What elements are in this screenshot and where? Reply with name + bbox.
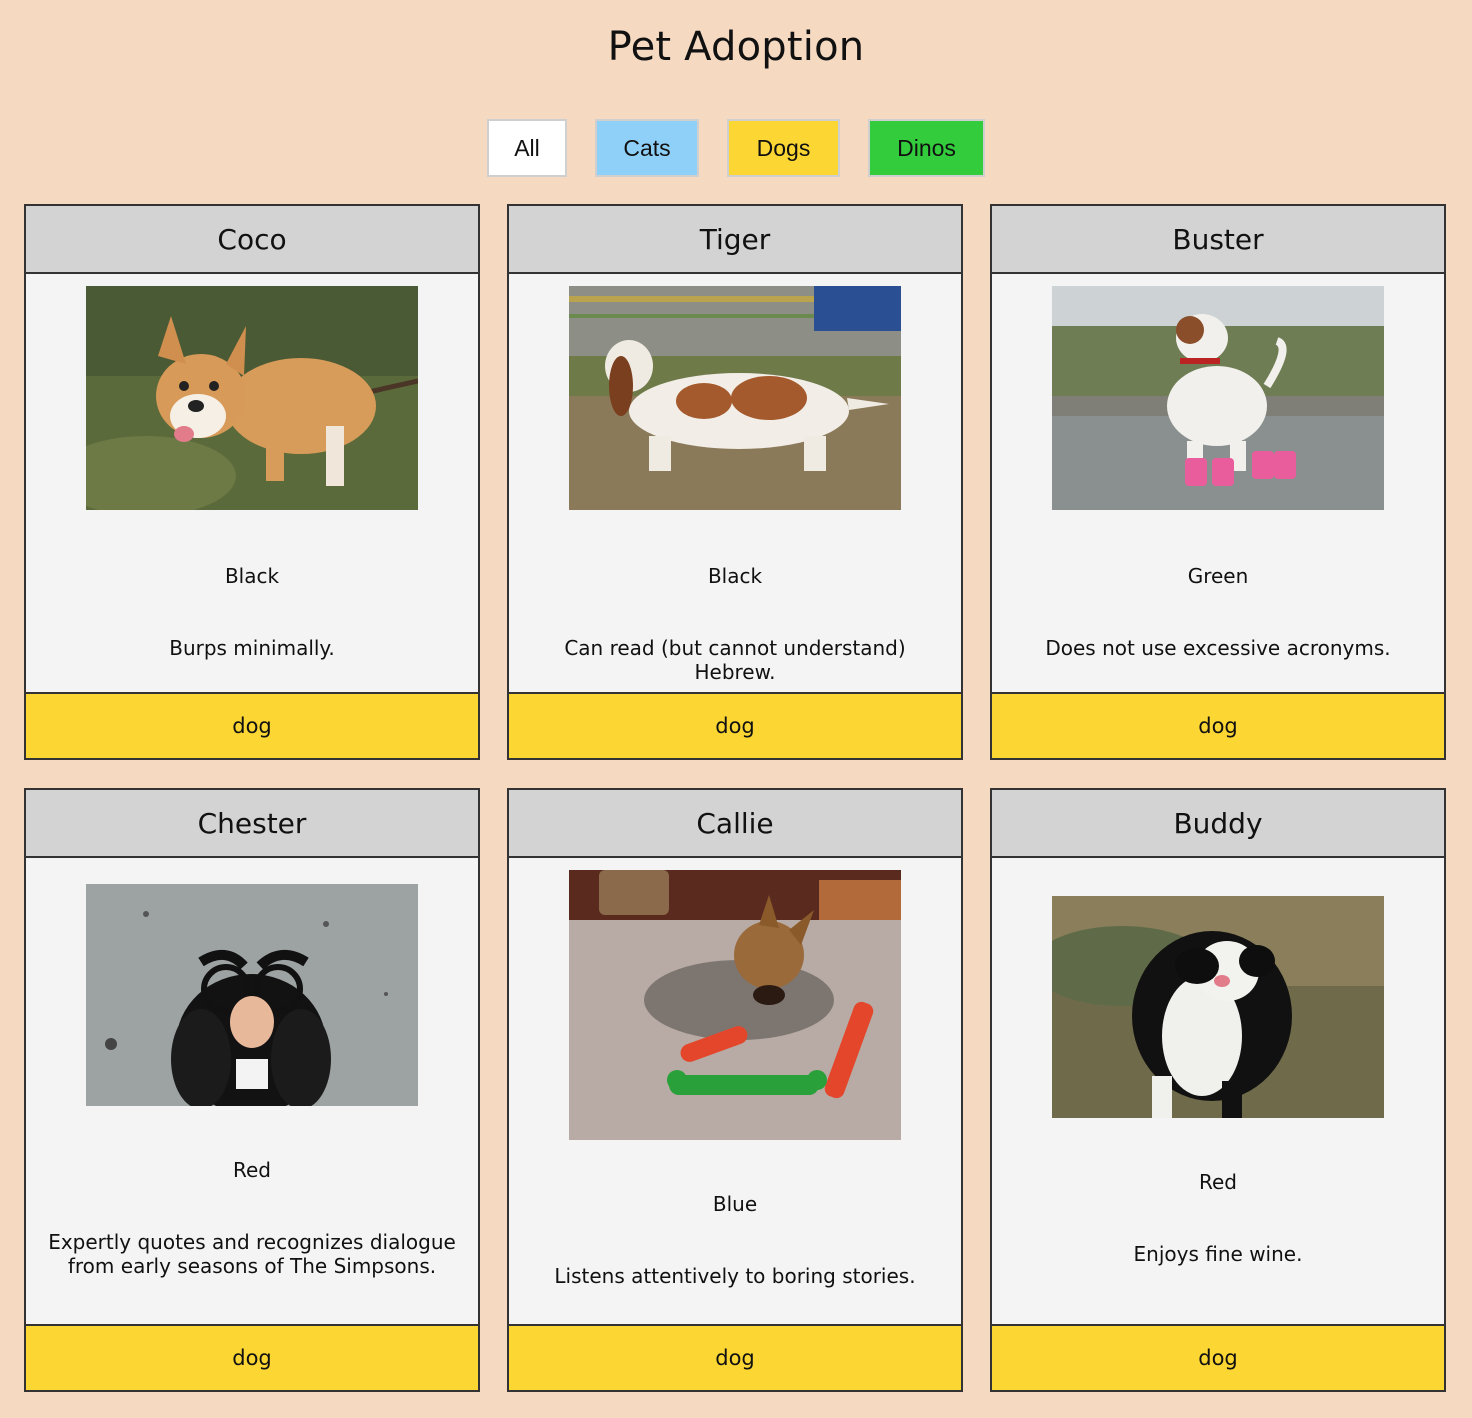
pet-color: Black	[224, 564, 280, 588]
pet-card: Tiger Black Can read (but cannot underst…	[507, 204, 963, 760]
pet-card: Callie Blue Listens attentively to borin…	[507, 788, 963, 1392]
pet-type: dog	[26, 1324, 478, 1390]
pet-card-body: Black Burps minimally.	[26, 274, 478, 692]
filter-dogs-button[interactable]: Dogs	[727, 119, 840, 177]
pet-card-body: Red Expertly quotes and recognizes dialo…	[26, 858, 478, 1324]
filter-all-button[interactable]: All	[487, 119, 567, 177]
pet-name: Buster	[992, 206, 1444, 274]
pet-card: Chester Red Expertly quotes and recogniz…	[24, 788, 480, 1392]
pet-color: Red	[1199, 1170, 1237, 1194]
pet-card: Coco Black Burps minimally. dog	[24, 204, 480, 760]
pet-photo	[1052, 896, 1384, 1118]
pet-grid: Coco Black Burps minimally. dog Tiger Bl…	[24, 204, 1446, 1392]
pet-card: Buddy Red Enjoys fine wine. dog	[990, 788, 1446, 1392]
pet-description: Expertly quotes and recognizes dialogue …	[48, 1230, 456, 1278]
pet-photo	[569, 286, 901, 510]
pet-description: Enjoys fine wine.	[1133, 1242, 1303, 1266]
pet-card-body: Green Does not use excessive acronyms.	[992, 274, 1444, 692]
pet-description: Can read (but cannot understand) Hebrew.	[564, 636, 906, 684]
pet-type: dog	[992, 692, 1444, 758]
pet-card-body: Red Enjoys fine wine.	[992, 858, 1444, 1324]
pet-description: Burps minimally.	[169, 636, 335, 660]
filter-dinos-button[interactable]: Dinos	[868, 119, 985, 177]
filter-cats-button[interactable]: Cats	[595, 119, 699, 177]
pet-type: dog	[26, 692, 478, 758]
pet-description: Does not use excessive acronyms.	[1045, 636, 1391, 660]
pet-color: Blue	[712, 1192, 758, 1216]
pet-name: Coco	[26, 206, 478, 274]
pet-type: dog	[992, 1324, 1444, 1390]
pet-photo	[86, 286, 418, 510]
pet-card-body: Blue Listens attentively to boring stori…	[509, 858, 961, 1324]
pet-photo	[569, 870, 901, 1140]
pet-color: Green	[1187, 564, 1249, 588]
pet-photo	[86, 884, 418, 1106]
page-title: Pet Adoption	[607, 24, 865, 70]
pet-name: Callie	[509, 790, 961, 858]
pet-name: Buddy	[992, 790, 1444, 858]
pet-photo	[1052, 286, 1384, 510]
pet-card-body: Black Can read (but cannot understand) H…	[509, 274, 961, 692]
filter-bar: All Cats Dogs Dinos	[0, 119, 1472, 177]
pet-type: dog	[509, 1324, 961, 1390]
pet-name: Chester	[26, 790, 478, 858]
pet-card: Buster Green Does not use excessive acro…	[990, 204, 1446, 760]
pet-name: Tiger	[509, 206, 961, 274]
pet-description: Listens attentively to boring stories.	[554, 1264, 916, 1288]
pet-type: dog	[509, 692, 961, 758]
pet-color: Black	[707, 564, 763, 588]
pet-color: Red	[233, 1158, 271, 1182]
